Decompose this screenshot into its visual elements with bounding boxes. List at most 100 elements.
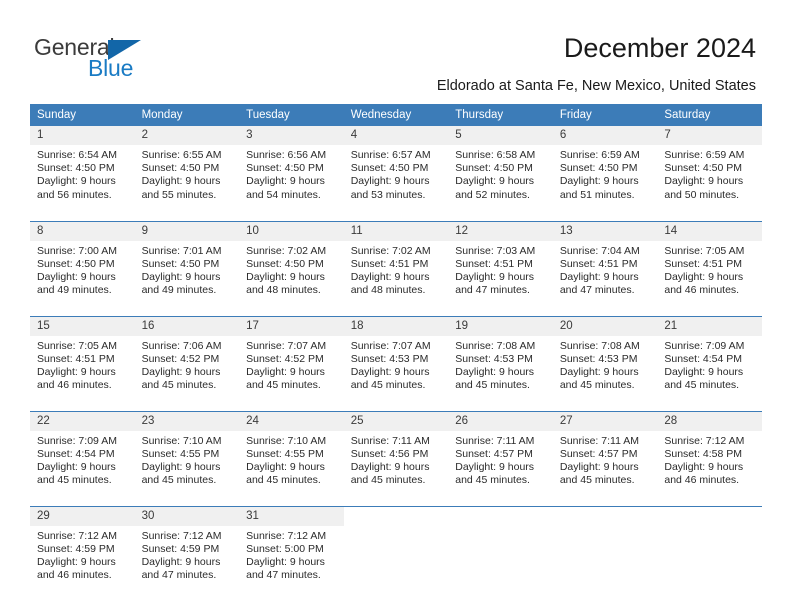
sunset-text: Sunset: 4:50 PM bbox=[246, 257, 324, 270]
daylight-text-line1: Daylight: 9 hours bbox=[37, 460, 116, 473]
day-cell[interactable]: 24 Sunrise: 7:10 AM Sunset: 4:55 PM Dayl… bbox=[239, 410, 344, 498]
sunrise-text: Sunrise: 6:56 AM bbox=[246, 149, 327, 161]
day-info: Sunrise: 7:09 AM Sunset: 4:54 PM Dayligh… bbox=[30, 431, 135, 488]
day-cell[interactable]: 22 Sunrise: 7:09 AM Sunset: 4:54 PM Dayl… bbox=[30, 410, 135, 498]
sunrise-text: Sunrise: 7:12 AM bbox=[37, 529, 117, 542]
daylight-text-line2: and 45 minutes. bbox=[37, 474, 112, 487]
daylight-text-line2: and 55 minutes. bbox=[141, 188, 217, 201]
day-cell[interactable]: 19 Sunrise: 7:08 AM Sunset: 4:53 PM Dayl… bbox=[448, 315, 553, 403]
day-cell[interactable]: 1 Sunrise: 6:54 AM Sunset: 4:50 PM Dayli… bbox=[30, 126, 135, 213]
day-info: Sunrise: 6:54 AM Sunset: 4:50 PM Dayligh… bbox=[30, 145, 135, 202]
day-cell[interactable]: 2 Sunrise: 6:55 AM Sunset: 4:50 PM Dayli… bbox=[134, 126, 240, 213]
day-number: 18 bbox=[343, 316, 449, 336]
day-cell[interactable]: 25 Sunrise: 7:11 AM Sunset: 4:56 PM Dayl… bbox=[343, 410, 449, 498]
weekday-header-friday: Friday bbox=[552, 104, 658, 126]
day-cell[interactable]: 28 Sunrise: 7:12 AM Sunset: 4:58 PM Dayl… bbox=[657, 410, 762, 498]
daylight-text-line1: Daylight: 9 hours bbox=[141, 270, 221, 283]
week-spacer bbox=[30, 498, 762, 506]
day-cell[interactable]: 13 Sunrise: 7:04 AM Sunset: 4:51 PM Dayl… bbox=[552, 220, 658, 308]
day-cell[interactable]: 10 Sunrise: 7:02 AM Sunset: 4:50 PM Dayl… bbox=[239, 220, 344, 308]
day-number: 19 bbox=[448, 316, 553, 336]
day-number: 31 bbox=[239, 506, 344, 526]
day-number: 12 bbox=[448, 221, 553, 241]
weekday-header-wednesday: Wednesday bbox=[343, 104, 449, 126]
day-number: 7 bbox=[657, 126, 762, 145]
daylight-text-line2: and 49 minutes. bbox=[37, 284, 112, 297]
day-cell[interactable]: 14 Sunrise: 7:05 AM Sunset: 4:51 PM Dayl… bbox=[657, 220, 762, 308]
daylight-text-line2: and 46 minutes. bbox=[664, 474, 740, 487]
daylight-text-line1: Daylight: 9 hours bbox=[350, 175, 430, 188]
calendar-week-row: 8 Sunrise: 7:00 AM Sunset: 4:50 PM Dayli… bbox=[30, 220, 762, 308]
sunrise-text: Sunrise: 7:04 AM bbox=[559, 244, 640, 257]
sunrise-text: Sunrise: 7:01 AM bbox=[141, 244, 222, 257]
day-number: 16 bbox=[134, 316, 240, 336]
day-info: Sunrise: 7:02 AM Sunset: 4:51 PM Dayligh… bbox=[344, 241, 449, 298]
day-cell[interactable]: 26 Sunrise: 7:11 AM Sunset: 4:57 PM Dayl… bbox=[448, 410, 553, 498]
daylight-text-line1: Daylight: 9 hours bbox=[350, 460, 430, 473]
daylight-text-line2: and 51 minutes. bbox=[559, 188, 635, 201]
sunrise-text: Sunrise: 7:05 AM bbox=[664, 244, 745, 257]
daylight-text-line1: Daylight: 9 hours bbox=[246, 555, 325, 568]
day-cell[interactable]: 4 Sunrise: 6:57 AM Sunset: 4:50 PM Dayli… bbox=[343, 126, 449, 213]
day-cell[interactable]: 8 Sunrise: 7:00 AM Sunset: 4:50 PM Dayli… bbox=[30, 220, 135, 308]
calendar-table: Sunday Monday Tuesday Wednesday Thursday… bbox=[30, 104, 762, 593]
day-cell[interactable]: 6 Sunrise: 6:59 AM Sunset: 4:50 PM Dayli… bbox=[552, 126, 658, 213]
sunset-text: Sunset: 4:52 PM bbox=[141, 352, 220, 365]
day-info: Sunrise: 7:12 AM Sunset: 4:58 PM Dayligh… bbox=[657, 431, 762, 488]
day-info: Sunrise: 7:05 AM Sunset: 4:51 PM Dayligh… bbox=[657, 241, 762, 298]
day-number: 23 bbox=[134, 411, 240, 431]
daylight-text-line2: and 45 minutes. bbox=[559, 474, 635, 487]
day-cell[interactable]: 21 Sunrise: 7:09 AM Sunset: 4:54 PM Dayl… bbox=[657, 315, 762, 403]
general-blue-logo[interactable]: General Blue bbox=[34, 34, 214, 86]
day-cell[interactable]: 30 Sunrise: 7:12 AM Sunset: 4:59 PM Dayl… bbox=[134, 505, 240, 593]
day-number bbox=[657, 507, 762, 526]
daylight-text-line1: Daylight: 9 hours bbox=[141, 175, 221, 188]
daylight-text-line2: and 52 minutes. bbox=[455, 188, 530, 201]
day-cell[interactable]: 12 Sunrise: 7:03 AM Sunset: 4:51 PM Dayl… bbox=[448, 220, 553, 308]
day-number: 25 bbox=[343, 411, 449, 431]
sunrise-text: Sunrise: 7:08 AM bbox=[559, 339, 640, 352]
day-cell[interactable]: 31 Sunrise: 7:12 AM Sunset: 5:00 PM Dayl… bbox=[239, 505, 344, 593]
sunrise-text: Sunrise: 7:12 AM bbox=[664, 434, 745, 447]
day-cell[interactable]: 5 Sunrise: 6:58 AM Sunset: 4:50 PM Dayli… bbox=[448, 126, 553, 213]
day-info: Sunrise: 7:09 AM Sunset: 4:54 PM Dayligh… bbox=[657, 336, 762, 393]
day-cell[interactable]: 11 Sunrise: 7:02 AM Sunset: 4:51 PM Dayl… bbox=[343, 220, 449, 308]
day-cell[interactable]: 3 Sunrise: 6:56 AM Sunset: 4:50 PM Dayli… bbox=[239, 126, 344, 213]
day-info: Sunrise: 7:12 AM Sunset: 4:59 PM Dayligh… bbox=[135, 526, 240, 583]
daylight-text-line2: and 45 minutes. bbox=[141, 379, 217, 392]
sunrise-text: Sunrise: 7:06 AM bbox=[141, 339, 222, 352]
sunset-text: Sunset: 4:51 PM bbox=[350, 257, 429, 270]
daylight-text-line1: Daylight: 9 hours bbox=[141, 460, 221, 473]
day-cell[interactable]: 20 Sunrise: 7:08 AM Sunset: 4:53 PM Dayl… bbox=[552, 315, 658, 403]
day-cell[interactable]: 27 Sunrise: 7:11 AM Sunset: 4:57 PM Dayl… bbox=[552, 410, 658, 498]
daylight-text-line2: and 47 minutes. bbox=[141, 569, 217, 582]
sunset-text: Sunset: 4:57 PM bbox=[559, 447, 638, 460]
sunrise-text: Sunrise: 7:00 AM bbox=[37, 244, 117, 257]
day-info: Sunrise: 7:07 AM Sunset: 4:53 PM Dayligh… bbox=[344, 336, 449, 393]
daylight-text-line2: and 47 minutes. bbox=[455, 284, 530, 297]
weekday-header-sunday: Sunday bbox=[30, 104, 135, 126]
day-cell[interactable]: 7 Sunrise: 6:59 AM Sunset: 4:50 PM Dayli… bbox=[657, 126, 762, 213]
day-number: 17 bbox=[239, 316, 344, 336]
day-cell[interactable]: 17 Sunrise: 7:07 AM Sunset: 4:52 PM Dayl… bbox=[239, 315, 344, 403]
day-number: 21 bbox=[657, 316, 762, 336]
day-cell[interactable]: 29 Sunrise: 7:12 AM Sunset: 4:59 PM Dayl… bbox=[30, 505, 135, 593]
day-cell[interactable]: 16 Sunrise: 7:06 AM Sunset: 4:52 PM Dayl… bbox=[134, 315, 240, 403]
daylight-text-line2: and 48 minutes. bbox=[350, 284, 426, 297]
day-info: Sunrise: 7:00 AM Sunset: 4:50 PM Dayligh… bbox=[30, 241, 135, 298]
day-cell[interactable]: 9 Sunrise: 7:01 AM Sunset: 4:50 PM Dayli… bbox=[134, 220, 240, 308]
day-number: 6 bbox=[552, 126, 658, 145]
calendar-week-row: 29 Sunrise: 7:12 AM Sunset: 4:59 PM Dayl… bbox=[30, 505, 762, 593]
daylight-text-line2: and 46 minutes. bbox=[37, 569, 112, 582]
daylight-text-line2: and 45 minutes. bbox=[246, 379, 321, 392]
day-number: 24 bbox=[239, 411, 344, 431]
day-cell[interactable]: 15 Sunrise: 7:05 AM Sunset: 4:51 PM Dayl… bbox=[30, 315, 135, 403]
daylight-text-line2: and 45 minutes. bbox=[350, 379, 426, 392]
daylight-text-line2: and 56 minutes. bbox=[37, 188, 112, 201]
daylight-text-line1: Daylight: 9 hours bbox=[37, 270, 116, 283]
day-cell[interactable]: 23 Sunrise: 7:10 AM Sunset: 4:55 PM Dayl… bbox=[134, 410, 240, 498]
sunset-text: Sunset: 4:54 PM bbox=[664, 352, 743, 365]
sunset-text: Sunset: 4:51 PM bbox=[455, 257, 533, 270]
day-info: Sunrise: 6:59 AM Sunset: 4:50 PM Dayligh… bbox=[657, 145, 762, 202]
day-cell[interactable]: 18 Sunrise: 7:07 AM Sunset: 4:53 PM Dayl… bbox=[343, 315, 449, 403]
